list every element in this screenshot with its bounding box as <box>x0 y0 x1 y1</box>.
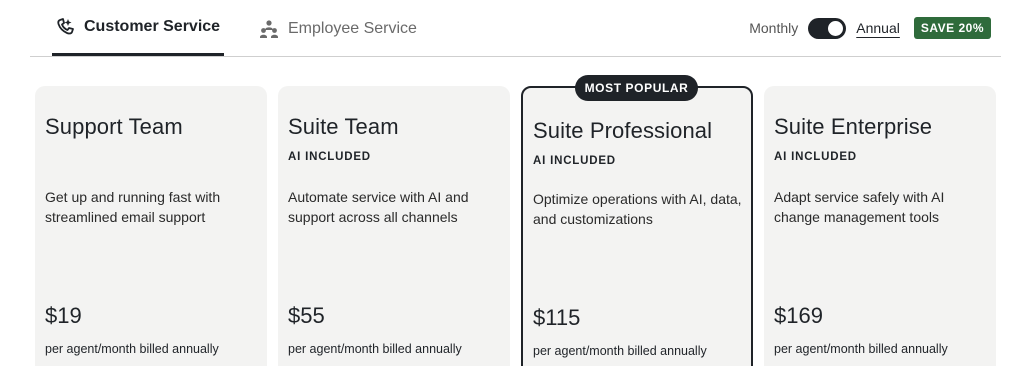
people-icon <box>258 18 280 40</box>
ai-included-label: AI INCLUDED <box>288 151 371 163</box>
ai-included-label: AI INCLUDED <box>774 151 857 163</box>
plan-price: $115 <box>533 305 581 330</box>
plan-description: Get up and running fast with streamlined… <box>45 189 221 225</box>
monthly-label[interactable]: Monthly <box>749 20 798 36</box>
tab-customer-service-label: Customer Service <box>84 17 221 35</box>
billing-period-toggle[interactable] <box>808 17 847 39</box>
tab-customer-service[interactable]: Customer Service <box>52 0 224 56</box>
pricing-cards: Support Team Get up and running fast wit… <box>35 86 996 366</box>
plan-billing-note: per agent/month billed annually <box>45 342 219 356</box>
plan-card-suite-professional: Suite Professional AI INCLUDED Optimize … <box>521 86 753 366</box>
tab-employee-service[interactable]: Employee Service <box>258 0 417 57</box>
plan-name: Suite Enterprise <box>774 114 933 139</box>
plan-description: Optimize operations with AI, data, and c… <box>533 191 742 227</box>
most-popular-badge: MOST POPULAR <box>575 75 698 101</box>
plan-price: $169 <box>774 303 823 328</box>
plan-billing-note: per agent/month billed annually <box>774 342 948 356</box>
plan-card-suite-team: Suite Team AI INCLUDED Automate service … <box>278 86 510 366</box>
tab-employee-service-label: Employee Service <box>288 19 417 37</box>
plan-description: Automate service with AI and support acr… <box>288 189 469 225</box>
save-badge: SAVE 20% <box>913 17 991 39</box>
toggle-knob <box>828 20 844 36</box>
billing-toggle-group: Monthly Annual SAVE 20% <box>749 16 991 40</box>
ai-included-label: AI INCLUDED <box>533 155 616 167</box>
plan-price: $19 <box>45 303 82 328</box>
plan-card-suite-enterprise: Suite Enterprise AI INCLUDED Adapt servi… <box>764 86 996 366</box>
plan-name: Suite Team <box>288 114 399 139</box>
plan-price: $55 <box>288 303 325 328</box>
customer-service-icon <box>54 16 76 38</box>
plan-description: Adapt service safely with AI change mana… <box>774 189 945 225</box>
annual-label[interactable]: Annual <box>856 20 900 36</box>
plan-name: Suite Professional <box>533 118 713 143</box>
plan-card-support-team: Support Team Get up and running fast wit… <box>35 86 267 366</box>
plan-billing-note: per agent/month billed annually <box>288 342 462 356</box>
plan-name: Support Team <box>45 114 183 139</box>
plan-billing-note: per agent/month billed annually <box>533 344 707 358</box>
